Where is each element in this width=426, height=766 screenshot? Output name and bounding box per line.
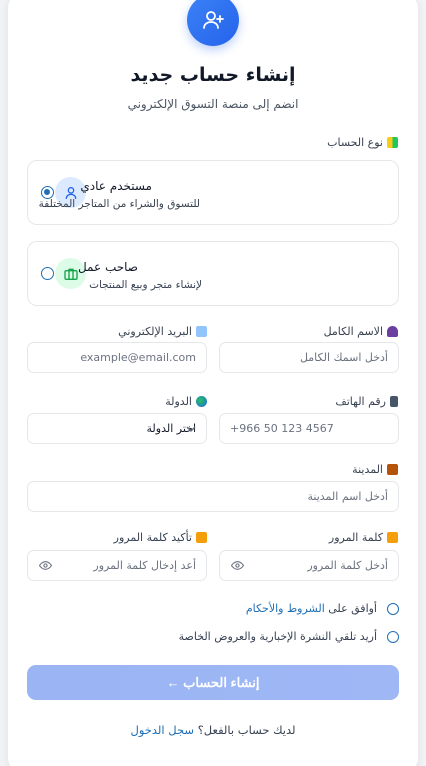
page-title: إنشاء حساب جديد: [130, 64, 296, 86]
email-input[interactable]: example@email.com: [27, 342, 207, 373]
beginner-badge-icon: [387, 137, 398, 148]
account-name-regular: مستخدم عادي: [80, 179, 152, 193]
password-input[interactable]: أدخل كلمة المرور: [219, 550, 399, 581]
newsletter-checkbox[interactable]: [387, 631, 399, 643]
city-label: المدينة: [352, 463, 398, 476]
account-desc-regular: للتسوق والشراء من المتاجر المختلفة: [38, 198, 200, 210]
password-label: كلمة المرور: [329, 531, 398, 544]
newsletter-text: أريد تلقي النشرة الإخبارية والعروض الخاص…: [178, 630, 377, 643]
country-select[interactable]: اختر الدولة: [27, 413, 207, 444]
account-option-regular[interactable]: مستخدم عادي للتسوق والشراء من المتاجر ال…: [27, 160, 399, 225]
phone-icon: [390, 396, 398, 407]
eye-icon[interactable]: [39, 560, 52, 571]
phone-input[interactable]: +966 50 123 4567: [219, 413, 399, 444]
person-icon: [387, 326, 398, 337]
email-label: البريد الإلكتروني: [118, 325, 207, 338]
chevron-down-icon: [186, 426, 196, 432]
phone-label: رقم الهاتف: [335, 395, 398, 408]
lock-icon: [387, 532, 398, 543]
globe-icon: [196, 396, 207, 407]
create-account-button[interactable]: إنشاء الحساب ←: [27, 665, 399, 700]
account-type-label-text: نوع الحساب: [327, 136, 383, 149]
account-option-business[interactable]: صاحب عمل لإنشاء متجر وبيع المنتجات: [27, 241, 399, 306]
terms-text: أوافق على الشروط والأحكام: [245, 602, 377, 615]
page-subtitle: انضم إلى منصة التسوق الإلكتروني: [127, 97, 299, 111]
full-name-input[interactable]: أدخل اسمك الكامل: [219, 342, 399, 373]
city-input[interactable]: أدخل اسم المدينة: [27, 481, 399, 512]
account-name-business: صاحب عمل: [77, 260, 138, 274]
confirm-password-input[interactable]: أعد إدخال كلمة المرور: [27, 550, 207, 581]
full-name-label: الاسم الكامل: [324, 325, 398, 338]
email-icon: [196, 326, 207, 337]
account-radio-business[interactable]: [41, 267, 54, 280]
signup-card: [8, 0, 418, 766]
confirm-password-label: تأكيد كلمة المرور: [114, 531, 207, 544]
terms-checkbox[interactable]: [387, 603, 399, 615]
eye-icon[interactable]: [231, 560, 244, 571]
country-label: الدولة: [165, 395, 207, 408]
account-desc-business: لإنشاء متجر وبيع المنتجات: [89, 279, 202, 291]
account-type-label: نوع الحساب: [327, 136, 398, 149]
terms-link[interactable]: الشروط والأحكام: [246, 602, 325, 615]
lock-icon: [196, 532, 207, 543]
user-plus-icon: [203, 11, 224, 29]
city-icon: [387, 464, 398, 475]
login-prompt: لديك حساب بالفعل؟ سجل الدخول: [130, 723, 296, 737]
login-link[interactable]: سجل الدخول: [130, 723, 194, 737]
